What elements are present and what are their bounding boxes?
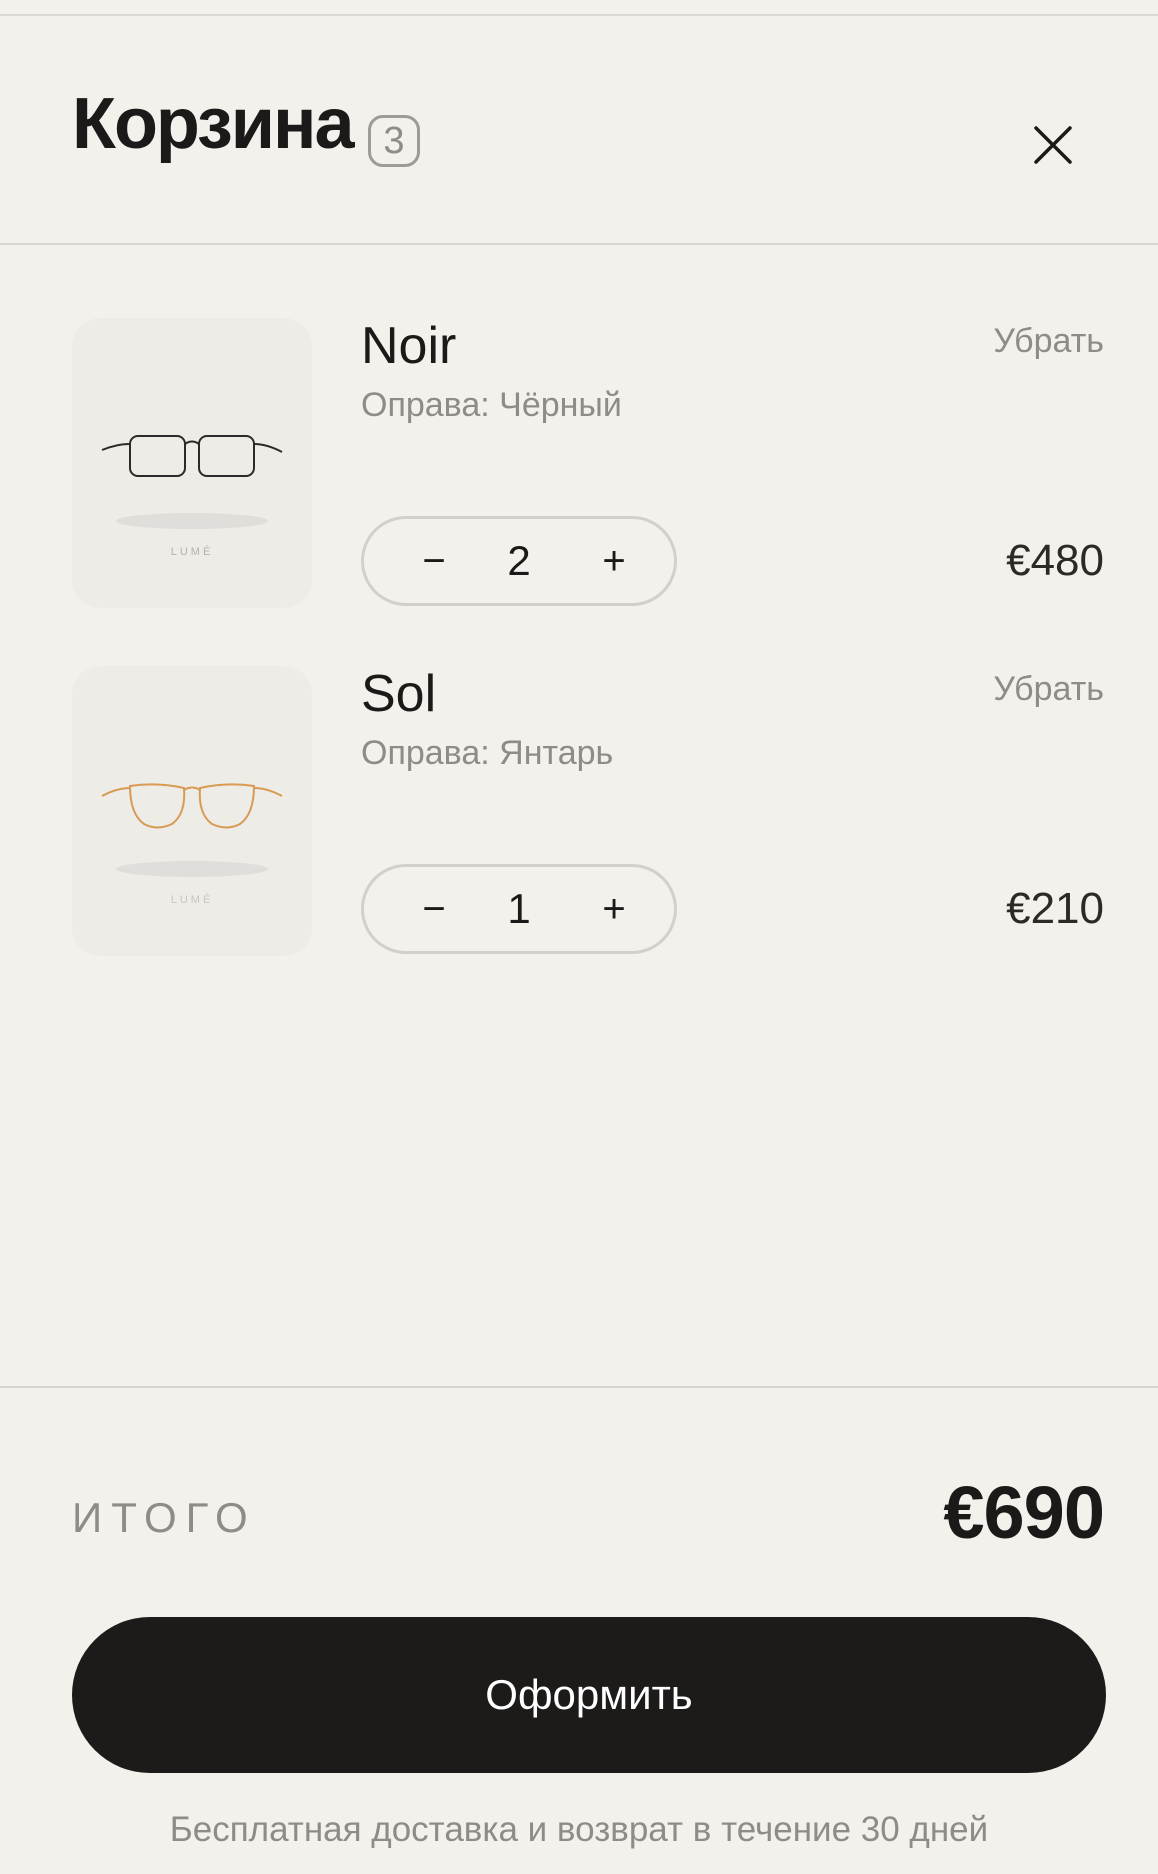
cart-item: LUMÉ Sol Оправа: Янтарь Убрать − 1 + €21… bbox=[0, 666, 1158, 956]
item-price: €210 bbox=[1006, 884, 1104, 933]
product-option: Оправа: Янтарь bbox=[361, 734, 613, 773]
option-value: Чёрный bbox=[499, 386, 622, 424]
quantity-stepper: − 2 + bbox=[361, 516, 677, 606]
cart-header: Корзина 3 bbox=[0, 16, 1158, 244]
quantity-stepper: − 1 + bbox=[361, 864, 677, 954]
product-option: Оправа: Чёрный bbox=[361, 386, 622, 425]
quantity-value: 2 bbox=[507, 537, 531, 584]
option-value: Янтарь bbox=[499, 734, 614, 772]
increase-quantity-button[interactable]: + bbox=[574, 867, 654, 951]
total-label: ИТОГО bbox=[72, 1494, 257, 1541]
product-image: LUMÉ bbox=[72, 318, 312, 608]
increase-quantity-button[interactable]: + bbox=[574, 519, 654, 603]
remove-button[interactable]: Убрать bbox=[993, 322, 1104, 361]
close-icon bbox=[1034, 126, 1072, 164]
option-label: Оправа: bbox=[361, 734, 490, 772]
quantity-value: 1 bbox=[507, 885, 531, 932]
decrease-quantity-button[interactable]: − bbox=[394, 519, 474, 603]
glasses-icon bbox=[101, 783, 283, 877]
brand-label: LUMÉ bbox=[170, 894, 214, 906]
shipping-note: Бесплатная доставка и возврат в течение … bbox=[169, 1810, 989, 1849]
cart-item: LUMÉ Noir Оправа: Чёрный Убрать − 2 + €4… bbox=[0, 318, 1158, 608]
remove-button[interactable]: Убрать bbox=[993, 670, 1104, 709]
decrease-quantity-button[interactable]: − bbox=[394, 867, 474, 951]
total-value: €690 bbox=[943, 1471, 1105, 1554]
cart-count-badge: 3 bbox=[368, 115, 420, 167]
option-label: Оправа: bbox=[361, 386, 490, 424]
brand-label: LUMÉ bbox=[170, 546, 214, 558]
footer-divider bbox=[0, 1386, 1158, 1388]
product-name: Sol bbox=[361, 665, 437, 723]
checkout-button[interactable]: Оформить bbox=[72, 1617, 1106, 1773]
product-name: Noir bbox=[361, 317, 457, 375]
cart-title: Корзина bbox=[72, 84, 355, 164]
item-price: €480 bbox=[1006, 536, 1104, 585]
glasses-icon bbox=[101, 435, 283, 529]
header-divider bbox=[0, 243, 1158, 245]
close-button[interactable] bbox=[1030, 122, 1076, 168]
product-image: LUMÉ bbox=[72, 666, 312, 956]
